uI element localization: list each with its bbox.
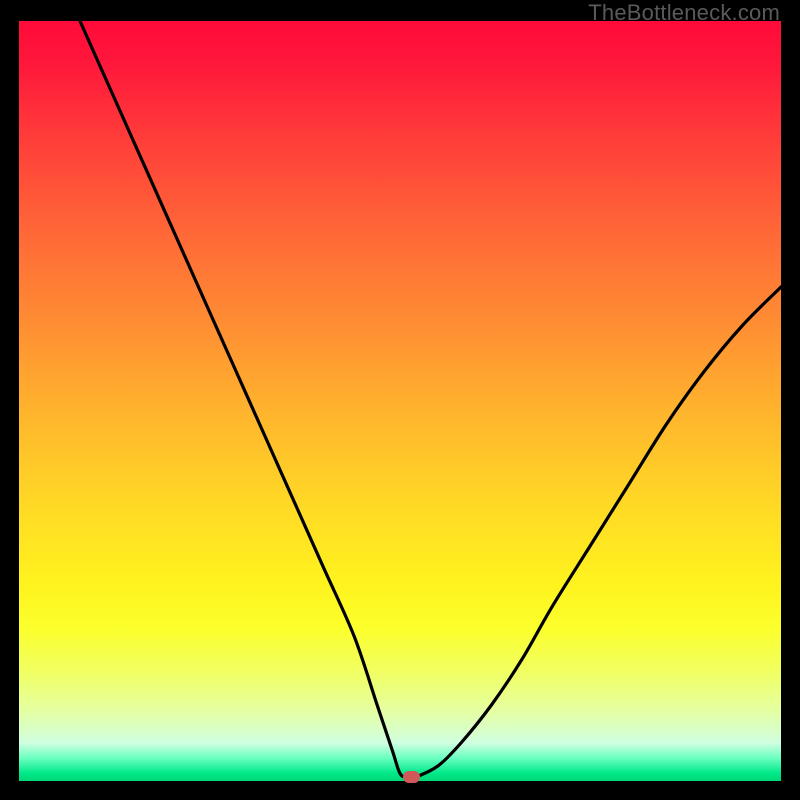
watermark-text: TheBottleneck.com: [588, 0, 780, 26]
bottleneck-curve: [19, 21, 781, 781]
optimum-marker: [403, 771, 420, 783]
plot-area: [19, 21, 781, 781]
chart-frame: TheBottleneck.com: [0, 0, 800, 800]
